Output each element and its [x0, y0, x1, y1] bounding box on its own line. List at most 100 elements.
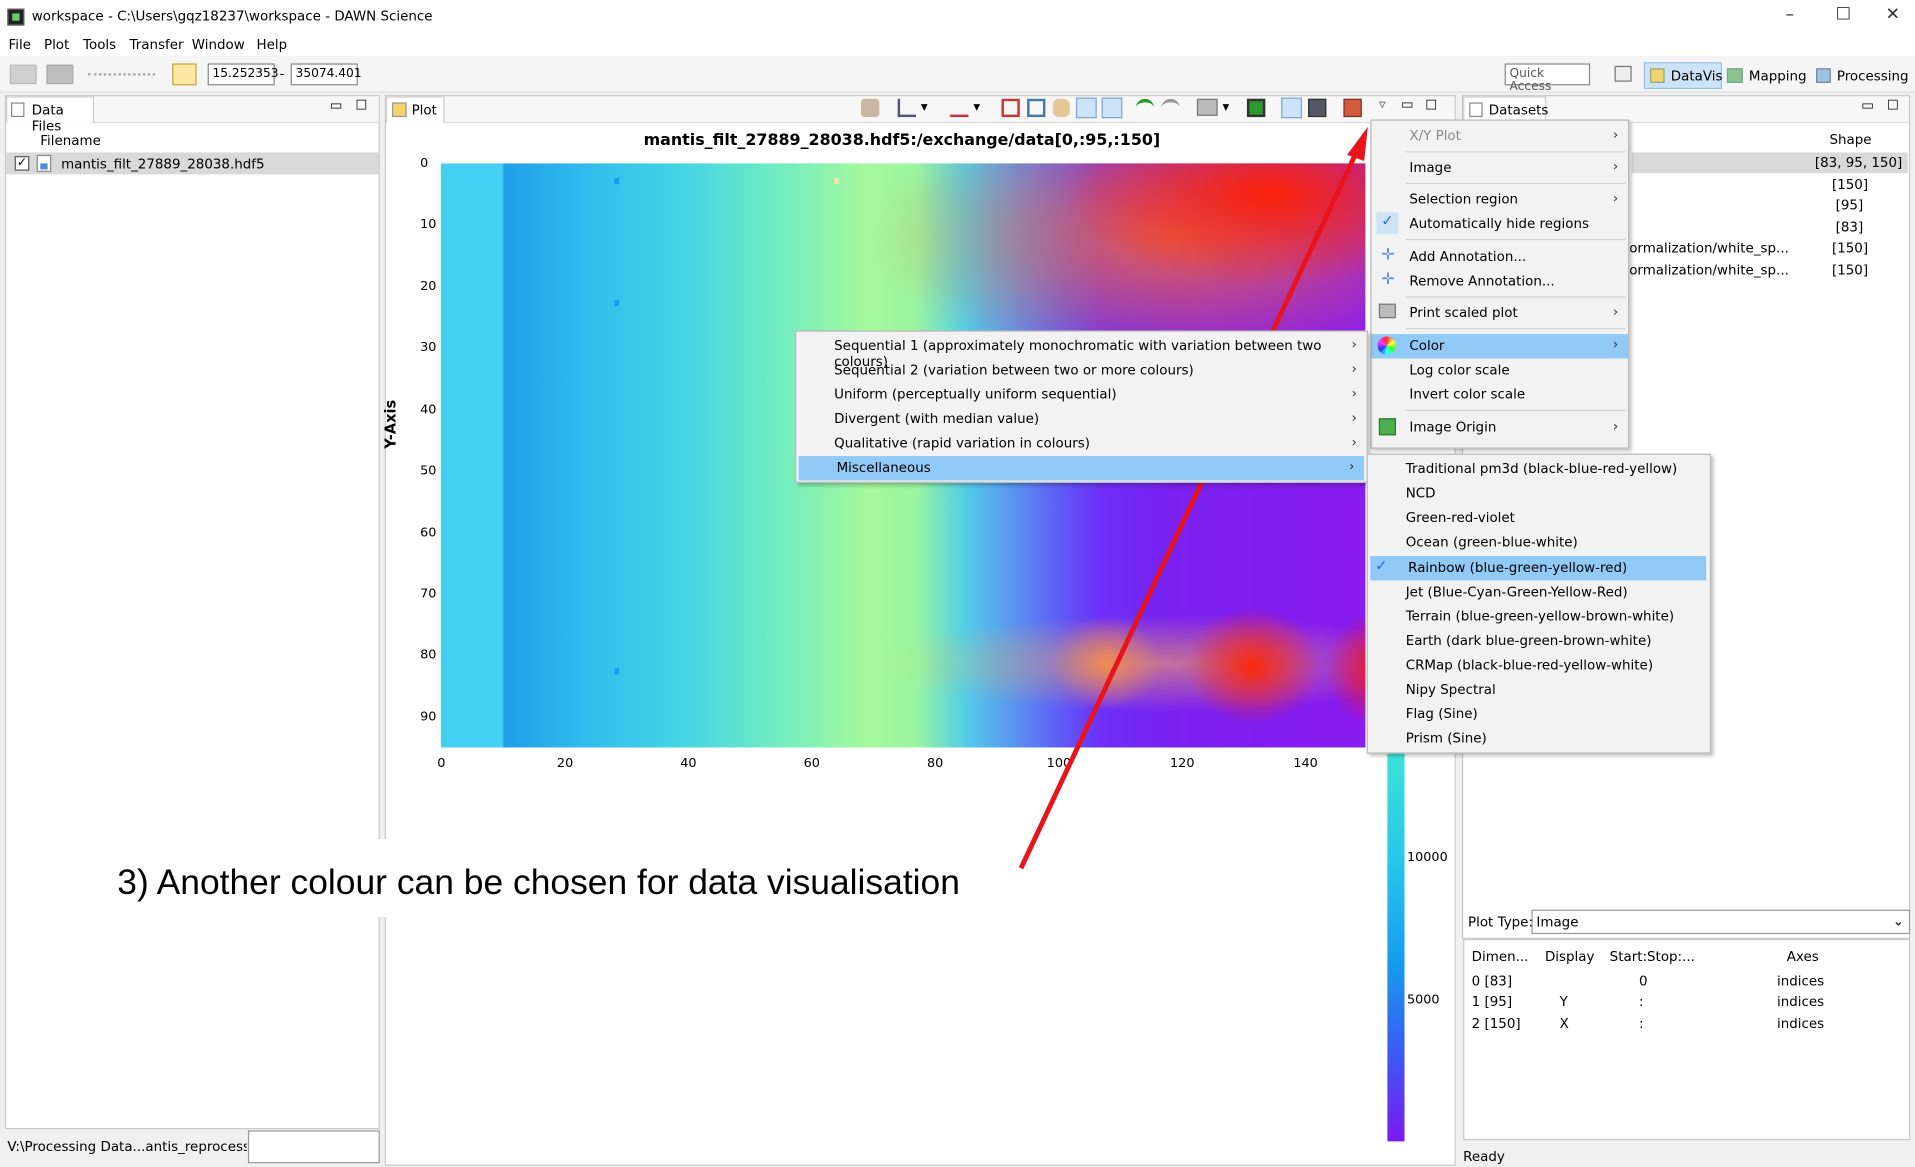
minimize-button[interactable]: –: [1786, 5, 1795, 25]
trace-dropdown-icon[interactable]: ▾: [973, 99, 980, 115]
menu-item-xy-plot: X/Y Plot ›: [1409, 126, 1619, 144]
dim-axes[interactable]: indices: [1777, 994, 1824, 1010]
dim-range[interactable]: 0: [1639, 973, 1648, 989]
menu-item-log-color-scale[interactable]: Log color scale: [1372, 359, 1628, 383]
dims-header[interactable]: Dimen...: [1472, 949, 1529, 965]
file-checkbox[interactable]: ✓: [14, 156, 30, 171]
menu-item-image-origin[interactable]: Image Origin ›: [1372, 416, 1628, 440]
colormap-nipy-spectral[interactable]: Nipy Spectral: [1368, 678, 1710, 702]
dim-display[interactable]: Y: [1560, 994, 1568, 1010]
x-tick: 40: [680, 756, 697, 771]
y-tick: 70: [420, 586, 437, 602]
view-menu-icon[interactable]: ▿: [1379, 96, 1386, 112]
shape-column-header[interactable]: Shape: [1830, 132, 1872, 148]
maximize-view-icon[interactable]: ☐: [355, 98, 367, 114]
plot-minimize-icon[interactable]: ▭: [1401, 96, 1414, 112]
perspective-processing[interactable]: Processing: [1837, 68, 1909, 84]
colormap-green-red-violet[interactable]: Green-red-violet: [1368, 506, 1710, 530]
perspective-mapping[interactable]: Mapping: [1749, 68, 1807, 84]
print-icon[interactable]: [1196, 98, 1218, 116]
menu-item-add-annotation[interactable]: ✛ Add Annotation...: [1372, 245, 1628, 269]
dim-axes[interactable]: indices: [1777, 973, 1824, 989]
dims-header[interactable]: Start:Stop:...: [1610, 949, 1695, 965]
colormap-icon[interactable]: [1308, 98, 1327, 118]
color-bar[interactable]: [1387, 753, 1405, 1142]
close-button[interactable]: ✕: [1886, 5, 1900, 25]
dims-header[interactable]: Display: [1545, 949, 1595, 965]
colormap-rainbow[interactable]: ✓ Rainbow (blue-green-yellow-red): [1370, 556, 1707, 581]
colormap-crmap[interactable]: CRMap (black-blue-red-yellow-white): [1368, 654, 1710, 678]
quick-access-field[interactable]: Quick Access: [1504, 63, 1591, 94]
annotation-text: 3) Another colour can be chosen for data…: [117, 863, 960, 903]
dim-display[interactable]: X: [1560, 1016, 1569, 1032]
redo-icon[interactable]: [1161, 98, 1180, 116]
tools-icon[interactable]: [861, 98, 880, 118]
menu-item-selection-region[interactable]: Selection region ›: [1372, 188, 1628, 212]
dim-range[interactable]: :: [1639, 994, 1644, 1010]
range-max-input[interactable]: 35074.401: [290, 63, 362, 86]
menu-item-image[interactable]: Image ›: [1372, 156, 1628, 180]
axes-dropdown-icon[interactable]: ▾: [921, 99, 928, 115]
print-dropdown-icon[interactable]: ▾: [1223, 99, 1230, 115]
menu-item-auto-hide-regions[interactable]: ✓ Automatically hide regions: [1372, 212, 1628, 236]
menu-window[interactable]: Window: [192, 37, 245, 53]
status-path: V:\Processing Data...antis_reprocessing: [7, 1138, 247, 1155]
plot-type-select[interactable]: Image ⌄: [1531, 909, 1911, 935]
image-settings-icon[interactable]: [1343, 98, 1362, 118]
menu-item-qualitative[interactable]: Qualitative (rapid variation in colours)…: [796, 432, 1366, 456]
pointer-icon[interactable]: [1075, 97, 1097, 119]
zoom-box-icon[interactable]: [1027, 98, 1046, 118]
maximize-button[interactable]: ☐: [1836, 5, 1851, 25]
lock-icon[interactable]: [172, 63, 197, 86]
dataset-name: ormalization/white_sp...: [1629, 262, 1789, 279]
menu-help[interactable]: Help: [256, 37, 287, 53]
datasets-minimize-icon[interactable]: ▭: [1861, 98, 1874, 114]
axis-toggle-icon[interactable]: [1101, 97, 1123, 119]
plot-maximize-icon[interactable]: ☐: [1425, 98, 1437, 114]
dim-axes[interactable]: indices: [1777, 1016, 1824, 1032]
filename-column-header[interactable]: Filename: [40, 133, 101, 149]
line-trace-icon[interactable]: [950, 99, 969, 118]
colormap-ocean[interactable]: Ocean (green-blue-white): [1368, 530, 1710, 554]
colormap-earth[interactable]: Earth (dark blue-green-brown-white): [1368, 629, 1710, 653]
pan-hand-icon[interactable]: [1052, 98, 1070, 118]
undo-icon[interactable]: [1135, 98, 1155, 116]
menu-tools[interactable]: Tools: [83, 37, 116, 53]
checkmark-icon: ✓: [1375, 557, 1388, 575]
menu-item-color[interactable]: Color ›: [1371, 334, 1628, 359]
colormap-terrain[interactable]: Terrain (blue-green-yellow-brown-white): [1368, 605, 1710, 629]
slider-track[interactable]: [87, 73, 156, 76]
y-tick: 10: [420, 217, 437, 232]
dim-range[interactable]: :: [1639, 1016, 1644, 1032]
datasets-maximize-icon[interactable]: ☐: [1887, 98, 1899, 114]
dataset-shape: [95]: [1835, 197, 1864, 214]
zoom-region-icon[interactable]: [1001, 98, 1020, 118]
menu-item-remove-annotation[interactable]: ✛ Remove Annotation...: [1372, 269, 1628, 293]
menu-item-sequential-1[interactable]: Sequential 1 (approximately monochromati…: [796, 334, 1366, 370]
axes-icon[interactable]: [897, 98, 916, 118]
menu-item-invert-color-scale[interactable]: Invert color scale: [1372, 383, 1628, 407]
minimize-view-icon[interactable]: ▭: [330, 98, 343, 114]
colormap-traditional-pm3d[interactable]: Traditional pm3d (black-blue-red-yellow): [1368, 457, 1710, 481]
plot-title: mantis_filt_27889_28038.hdf5:/exchange/d…: [643, 131, 1161, 150]
menu-transfer[interactable]: Transfer: [129, 37, 183, 53]
menu-item-divergent[interactable]: Divergent (with median value) ›: [796, 407, 1366, 431]
toolbar-icon-1[interactable]: [9, 64, 37, 85]
colormap-jet[interactable]: Jet (Blue-Cyan-Green-Yellow-Red): [1368, 580, 1710, 604]
export-icon[interactable]: [1246, 98, 1266, 118]
menu-file[interactable]: File: [9, 37, 31, 53]
colormap-flag[interactable]: Flag (Sine): [1368, 702, 1710, 726]
dims-header[interactable]: Axes: [1787, 949, 1819, 965]
menu-item-sequential-2[interactable]: Sequential 2 (variation between two or m…: [796, 359, 1366, 383]
range-min-input[interactable]: 15.252353: [207, 63, 279, 86]
histogram-icon[interactable]: [1281, 97, 1302, 119]
colormap-prism[interactable]: Prism (Sine): [1368, 727, 1710, 751]
y-tick: 50: [420, 463, 437, 479]
colormap-ncd[interactable]: NCD: [1368, 482, 1710, 506]
toolbar-icon-2[interactable]: [46, 64, 74, 85]
menu-plot[interactable]: Plot: [44, 37, 69, 53]
open-perspective-icon[interactable]: [1614, 65, 1632, 82]
menu-item-print-scaled-plot[interactable]: Print scaled plot ›: [1372, 301, 1628, 325]
menu-item-miscellaneous[interactable]: Miscellaneous ›: [798, 456, 1365, 481]
menu-item-uniform[interactable]: Uniform (perceptually uniform sequential…: [796, 383, 1366, 407]
